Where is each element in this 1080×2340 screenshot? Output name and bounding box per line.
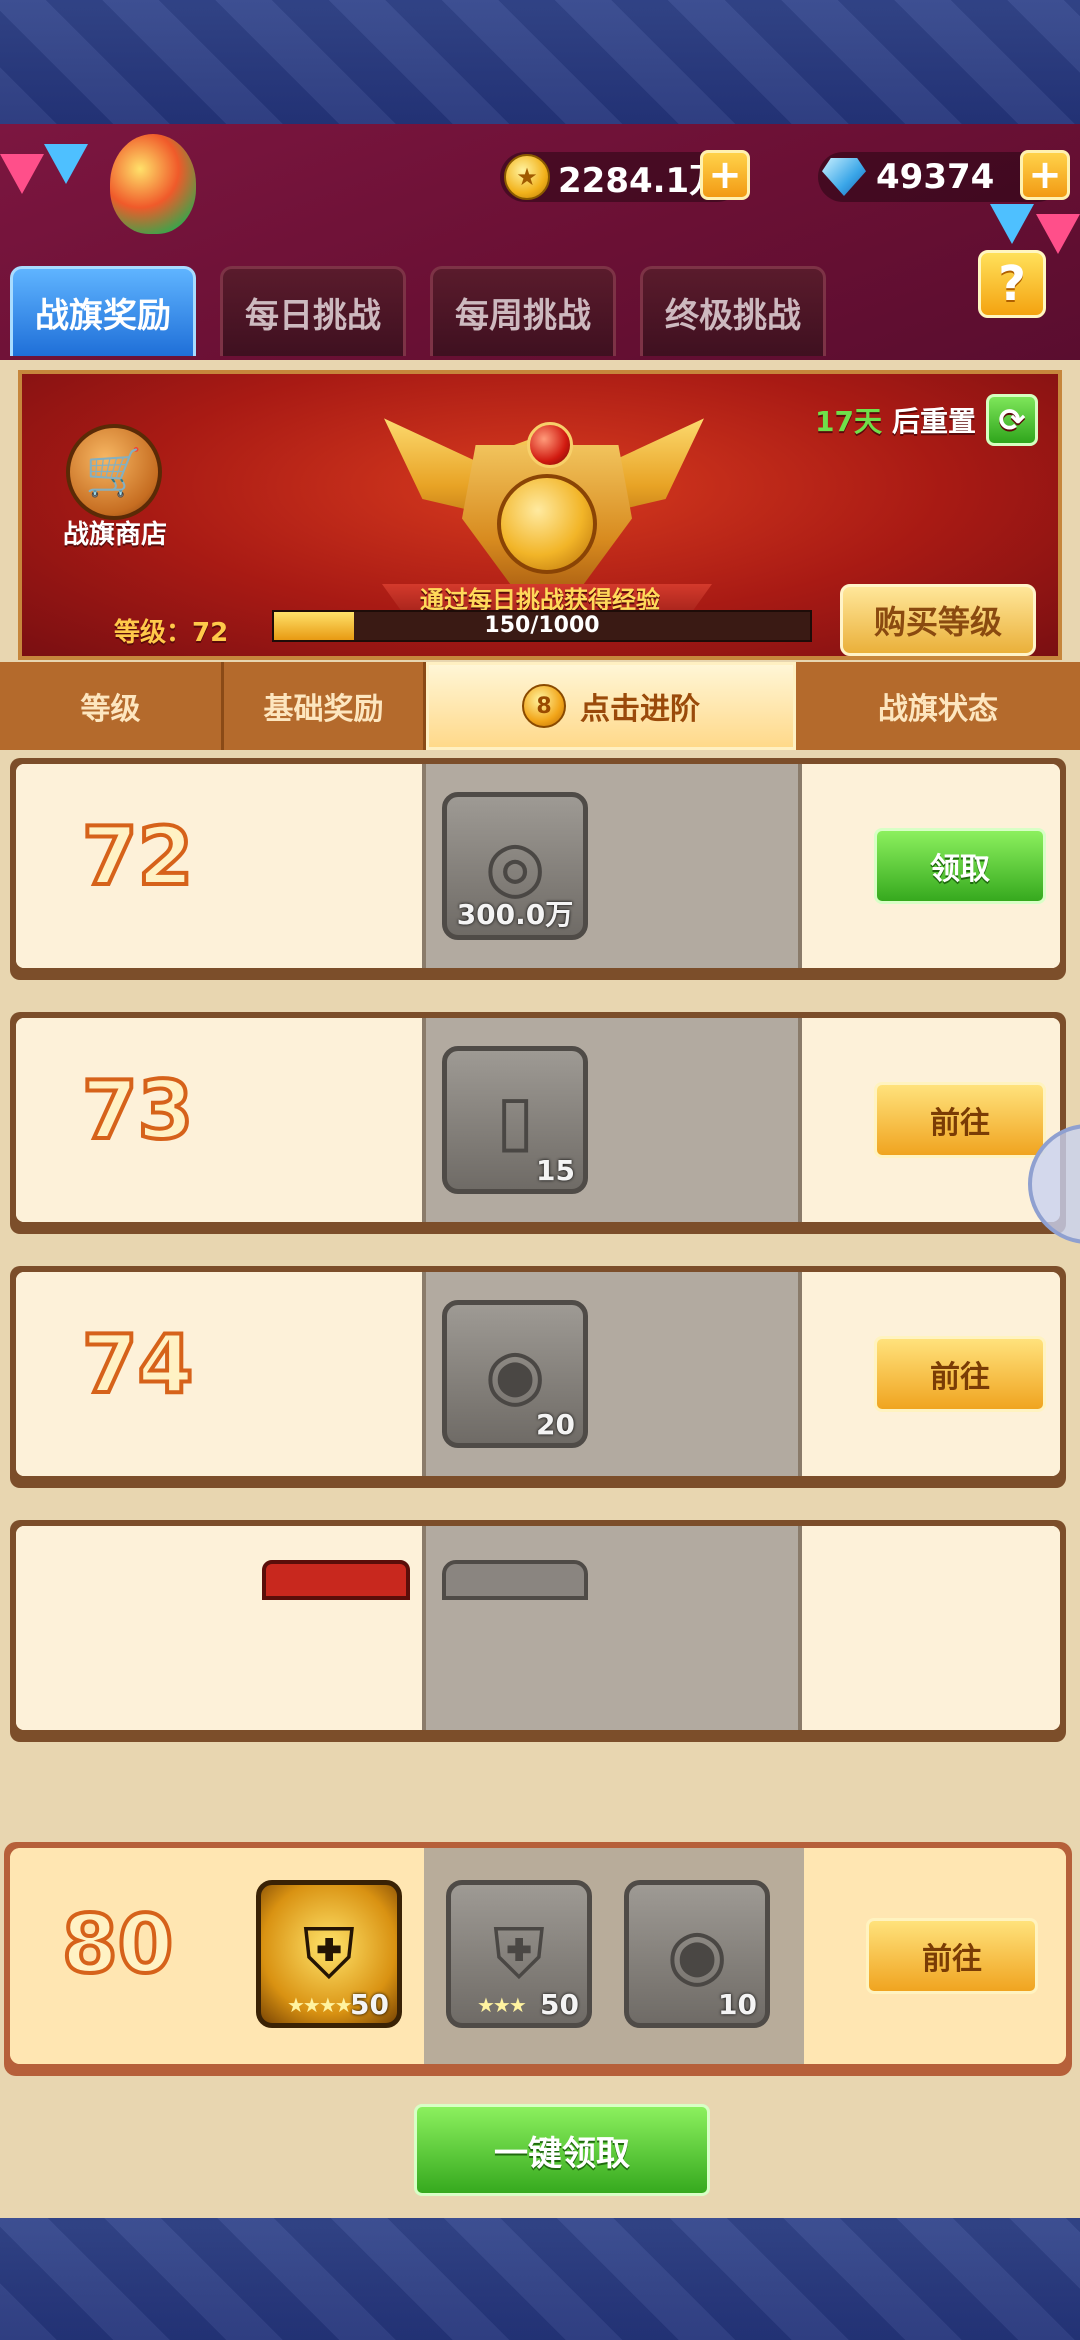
reward-row-partial [10,1520,1066,1742]
battle-pass-shop-label[interactable]: 战旗商店 [50,514,180,551]
reward-row: 73 ▯ 15 前往 [10,1012,1066,1234]
decoration-flag [990,204,1034,244]
buy-level-button[interactable]: 购买等级 [840,584,1036,656]
current-level-label: 等级：72 [114,618,229,648]
decoration-flag [1036,214,1080,254]
reward-list[interactable]: 72 ◎ 300.0万 领取 73 ▯ 15 前往 74 ◉ 20 前往 [0,750,1080,1835]
reward-row: 74 ◉ 20 前往 [10,1266,1066,1488]
reward-row-level-cell: 72 [16,764,422,968]
subtab-battle-pass-status: 战旗状态 [878,692,998,727]
reward-row-action-cell: 领取 [802,764,1060,968]
reward-level: 74 [80,1316,195,1413]
battle-pass-banner: 🛒 战旗商店 17天 后重置 ⟳ 通过每日挑战获得经验 等级：72 150/10… [18,370,1062,660]
gold-counter: ★ 2284.1万 + [500,150,750,202]
reward-subtabs: 等级 基础奖励 8 点击进阶 战旗状态 [0,662,1080,750]
bottom-background [0,2218,1080,2340]
battle-pass-screen: ★ 2284.1万 + 49374 + 战旗奖励 每日挑战 每周挑战 终极挑战 … [0,124,1080,2218]
reward-level: 72 [80,808,195,905]
reward-row-items-cell: ◉ 20 [422,1272,802,1476]
gem-counter: 49374 + [818,150,1070,202]
star-rating-icon: ★★★ [477,1993,527,2017]
subtab-level: 等级 [0,662,224,750]
item-quantity: 300.0万 [456,898,574,931]
tab-ultimate-challenge[interactable]: 终极挑战 [640,266,826,356]
subtab-click-advance-label: 点击进阶 [580,692,700,727]
reset-days: 17天 [815,405,882,438]
coin-icon: ★ [504,154,550,200]
refresh-icon[interactable]: ⟳ [986,394,1038,446]
reward-row-action-cell: 前往 [802,1018,1060,1222]
reward-row-items-cell: ▯ 15 [422,1018,802,1222]
exp-progress-text: 150/1000 [484,613,600,638]
reset-timer: 17天 后重置 ⟳ [815,394,1038,446]
emblem-gem-icon [527,422,573,468]
exp-progress-bar: 150/1000 [272,610,812,642]
tab-weekly-challenge[interactable]: 每周挑战 [430,266,616,356]
coin-icon: 8 [522,684,566,728]
coin-icon[interactable]: ◎ 300.0万 [442,792,588,940]
tab-battle-pass-rewards[interactable]: 战旗奖励 [10,266,196,356]
featured-action-cell: 前往 [804,1848,1066,2064]
reward-item-red-frame [262,1560,410,1600]
diamond-icon [822,158,866,196]
subtab-basic-rewards: 基础奖励 [224,662,426,750]
help-button[interactable]: ? [978,250,1046,318]
reward-row-level-cell: 73 [16,1018,422,1222]
featured-level: 80 [60,1896,175,1993]
reward-item-gray-frame [442,1560,588,1600]
item-quantity: 50 [350,1988,389,2021]
reward-level: 73 [80,1062,195,1159]
add-gems-button[interactable]: + [1020,150,1070,200]
card-icon[interactable]: ▯ 15 [442,1046,588,1194]
reward-row: 72 ◎ 300.0万 领取 [10,758,1066,980]
go-button[interactable]: 前往 [874,1336,1046,1412]
hero-fragment-icon[interactable]: ⛨ ★★★★ 50 [256,1880,402,2028]
subtab-click-advance[interactable]: 8 点击进阶 [426,662,796,750]
tab-daily-challenge[interactable]: 每日挑战 [220,266,406,356]
top-background [0,0,1080,124]
featured-level-cell: 80 ⛨ ★★★★ 50 [10,1848,424,2064]
featured-reward-row: 80 ⛨ ★★★★ 50 ⛨ ★★★ 50 ◉ 10 前往 [4,1842,1072,2076]
gem-amount: 49374 [876,157,995,197]
star-rating-icon: ★★★★ [287,1993,353,2017]
go-button[interactable]: 前往 [874,1082,1046,1158]
claim-all-button[interactable]: 一键领取 [414,2104,710,2196]
header-bar: ★ 2284.1万 + 49374 + 战旗奖励 每日挑战 每周挑战 终极挑战 … [0,124,1080,360]
reset-suffix: 后重置 [891,405,976,438]
emblem-medal-icon [497,474,597,574]
claim-button[interactable]: 领取 [874,828,1046,904]
reward-row-items-cell: ◎ 300.0万 [422,764,802,968]
go-button[interactable]: 前往 [866,1918,1038,1994]
reward-row-action-cell: 前往 [802,1272,1060,1476]
eagle-medal-icon[interactable]: ◉ 10 [624,1880,770,2028]
reward-row-items-cell [422,1526,802,1730]
reward-row-action-cell [802,1526,1060,1730]
item-quantity: 20 [536,1408,575,1441]
add-gold-button[interactable]: + [700,150,750,200]
decoration-flag [0,154,44,194]
reward-row-level-cell [16,1526,422,1730]
item-quantity: 50 [540,1988,579,2021]
shopping-cart-icon[interactable]: 🛒 [66,424,162,520]
featured-items-cell: ⛨ ★★★ 50 ◉ 10 [424,1848,804,2064]
eagle-medal-icon[interactable]: ◉ 20 [442,1300,588,1448]
balloon-decoration [110,134,196,234]
hero-fragment-icon[interactable]: ⛨ ★★★ 50 [446,1880,592,2028]
decoration-flag [44,144,88,184]
item-quantity: 15 [536,1154,575,1187]
gold-amount: 2284.1万 [558,160,724,201]
reward-row-level-cell: 74 [16,1272,422,1476]
item-quantity: 10 [718,1988,757,2021]
